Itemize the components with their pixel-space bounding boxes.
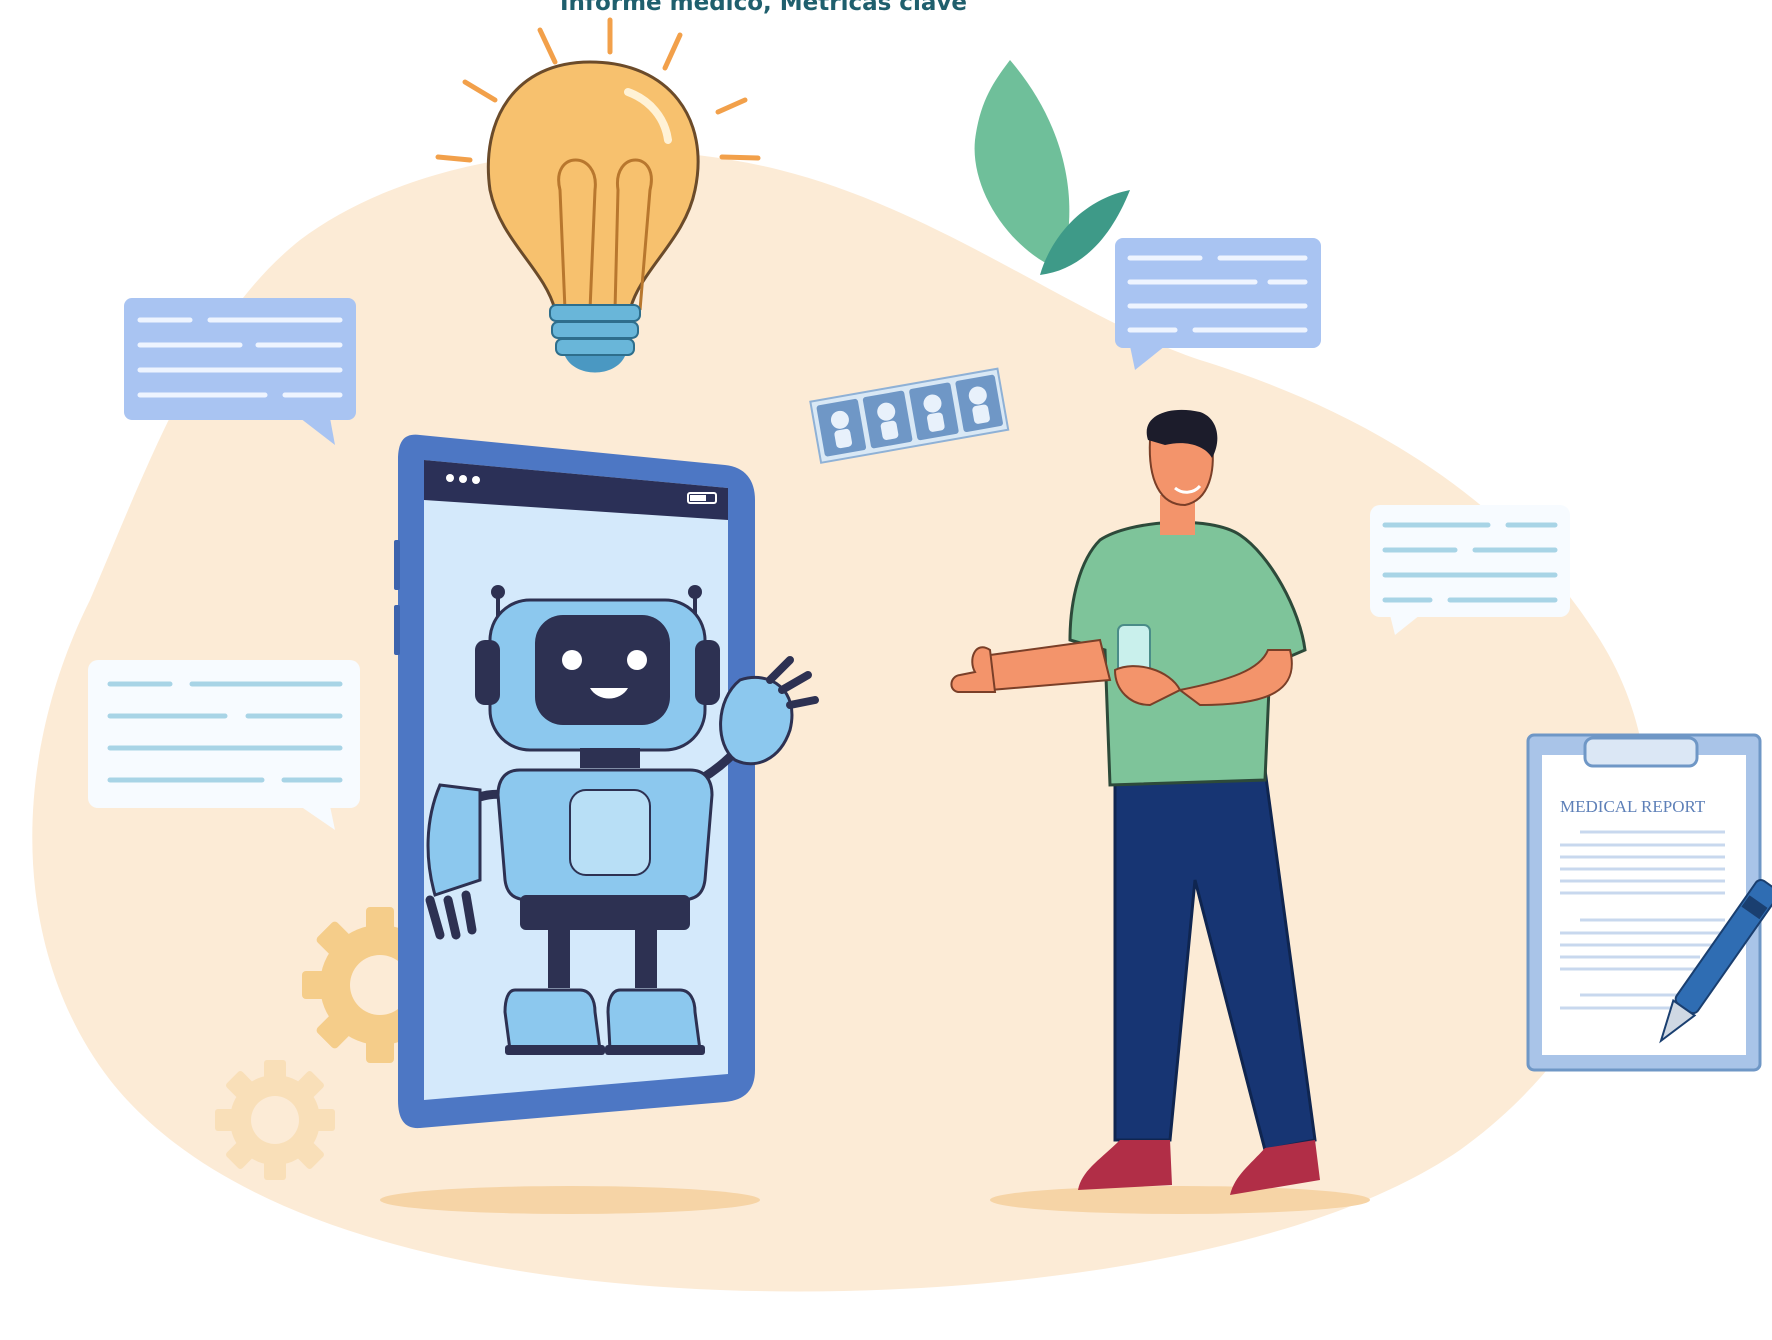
report-title: MEDICAL REPORT: [1560, 797, 1706, 816]
clipboard-icon: MEDICAL REPORT: [1526, 733, 1762, 1072]
chat-bubble-icon: [1115, 238, 1321, 370]
chat-bubble-icon: [1370, 505, 1570, 635]
illustration: MEDICAL REPORT: [32, 17, 1772, 1292]
person-shadow: [990, 1186, 1370, 1214]
robot-shadow: [380, 1186, 760, 1214]
leaf-icon: [974, 60, 1130, 275]
chat-bubble-icon: [88, 660, 360, 830]
gear-icon: [215, 1060, 335, 1180]
